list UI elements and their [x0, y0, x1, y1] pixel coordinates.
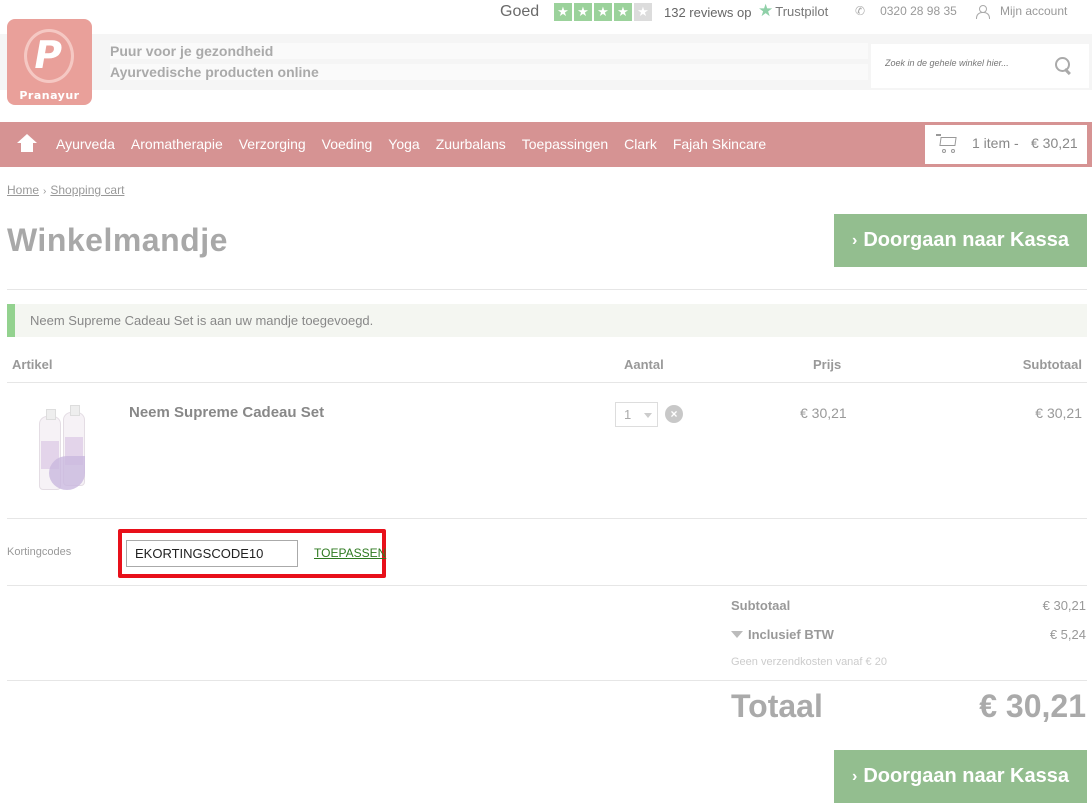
divider: [7, 382, 1087, 383]
tagline-primary: Puur voor je gezondheid: [110, 43, 868, 59]
star-icon: ★: [594, 3, 612, 21]
breadcrumb-separator: ›: [43, 186, 47, 197]
tagline-secondary: Ayurvedische producten online: [110, 64, 868, 80]
quantity-select[interactable]: 1: [615, 402, 658, 427]
total-value: € 30,21: [979, 688, 1086, 724]
page-title: Winkelmandje: [7, 222, 228, 258]
col-header-qty: Aantal: [624, 357, 664, 372]
nav-item-zuurbalans[interactable]: Zuurbalans: [428, 122, 514, 167]
success-notice: Neem Supreme Cadeau Set is aan uw mandje…: [7, 304, 1087, 337]
phone-number: 0320 28 98 35: [880, 4, 957, 18]
checkout-label: Doorgaan naar Kassa: [863, 229, 1069, 251]
col-header-subtotal: Subtotaal: [1022, 357, 1082, 372]
topbar: Goed ★ ★ ★ ★ ★ 132 reviews op ★ Trustpil…: [0, 0, 1092, 26]
cart-icon: [936, 134, 958, 154]
col-header-price: Prijs: [813, 357, 842, 372]
breadcrumb-home[interactable]: Home: [7, 183, 39, 197]
user-icon: [976, 4, 990, 19]
trustpilot-name: Trustpilot: [775, 3, 829, 19]
star-empty-icon: ★: [634, 3, 652, 21]
nav-item-clark[interactable]: Clark: [616, 122, 665, 167]
site-logo[interactable]: P Pranayur: [7, 19, 92, 105]
trustpilot-reviews-link[interactable]: 132 reviews op: [664, 5, 751, 20]
nav-item-ayurveda[interactable]: Ayurveda: [48, 122, 123, 167]
tax-toggle[interactable]: Inclusief BTW: [731, 627, 834, 642]
phone-link[interactable]: ✆ 0320 28 98 35: [855, 4, 957, 18]
cart-total: € 30,21: [1031, 135, 1078, 151]
tax-label: Inclusief BTW: [748, 627, 834, 642]
search-icon[interactable]: [1055, 57, 1073, 75]
checkout-label: Doorgaan naar Kassa: [863, 765, 1069, 787]
trustpilot-star-icon: ★: [758, 1, 774, 20]
trustpilot-rating-word: Goed: [500, 3, 540, 20]
search-box: [871, 44, 1089, 88]
star-icon: ★: [554, 3, 572, 21]
divider: [7, 680, 1087, 681]
logo-text: Pranayur: [19, 89, 80, 102]
tax-value: € 5,24: [1049, 627, 1086, 642]
page: Goed ★ ★ ★ ★ ★ 132 reviews op ★ Trustpil…: [0, 0, 1092, 808]
star-icon: ★: [614, 3, 632, 21]
account-label: Mijn account: [1000, 4, 1068, 18]
coupon-input[interactable]: [126, 540, 298, 567]
trustpilot-stars: ★ ★ ★ ★ ★: [554, 3, 652, 21]
coupon-label: Kortingcodes: [7, 546, 72, 558]
chevron-down-icon: [644, 413, 652, 418]
checkout-button-top[interactable]: › Doorgaan naar Kassa: [834, 214, 1087, 267]
chevron-right-icon: ›: [852, 767, 858, 785]
checkout-button-bottom[interactable]: › Doorgaan naar Kassa: [834, 750, 1087, 803]
quantity-value: 1: [624, 407, 632, 422]
nav-item-fajah-skincare[interactable]: Fajah Skincare: [665, 122, 774, 167]
total-label: Totaal: [731, 688, 823, 724]
trustpilot-logo[interactable]: ★ Trustpilot: [758, 1, 829, 20]
phone-icon: ✆: [855, 4, 866, 18]
shipping-note: Geen verzendkosten vanaf € 20: [731, 656, 887, 668]
col-header-article: Artikel: [12, 357, 53, 372]
nav-item-verzorging[interactable]: Verzorging: [231, 122, 314, 167]
remove-item-icon[interactable]: ×: [665, 405, 683, 423]
product-image[interactable]: [11, 402, 113, 497]
mini-cart[interactable]: 1 item - € 30,21: [925, 125, 1087, 164]
nav-item-voeding[interactable]: Voeding: [314, 122, 381, 167]
breadcrumb: Home › Shopping cart: [7, 183, 124, 197]
nav-item-toepassingen[interactable]: Toepassingen: [514, 122, 616, 167]
nav-items: Ayurveda Aromatherapie Verzorging Voedin…: [48, 122, 774, 167]
apply-coupon-link[interactable]: TOEPASSEN: [314, 546, 386, 560]
summary-subtotal-value: € 30,21: [1042, 598, 1086, 613]
nav-item-yoga[interactable]: Yoga: [380, 122, 427, 167]
divider: [7, 289, 1087, 290]
summary-subtotal-label: Subtotaal: [731, 598, 791, 613]
home-icon[interactable]: [17, 134, 37, 152]
product-name[interactable]: Neem Supreme Cadeau Set: [129, 404, 324, 421]
nav-item-aromatherapie[interactable]: Aromatherapie: [123, 122, 231, 167]
cart-count: 1 item -: [972, 135, 1019, 151]
triangle-down-icon: [731, 631, 743, 638]
divider: [7, 585, 1087, 586]
search-input[interactable]: [885, 58, 1045, 68]
divider: [7, 518, 1087, 519]
breadcrumb-current[interactable]: Shopping cart: [50, 183, 124, 197]
product-price: € 30,21: [800, 405, 847, 421]
account-link[interactable]: Mijn account: [976, 4, 1068, 19]
product-subtotal: € 30,21: [1035, 405, 1082, 421]
chevron-right-icon: ›: [852, 231, 858, 249]
star-icon: ★: [574, 3, 592, 21]
